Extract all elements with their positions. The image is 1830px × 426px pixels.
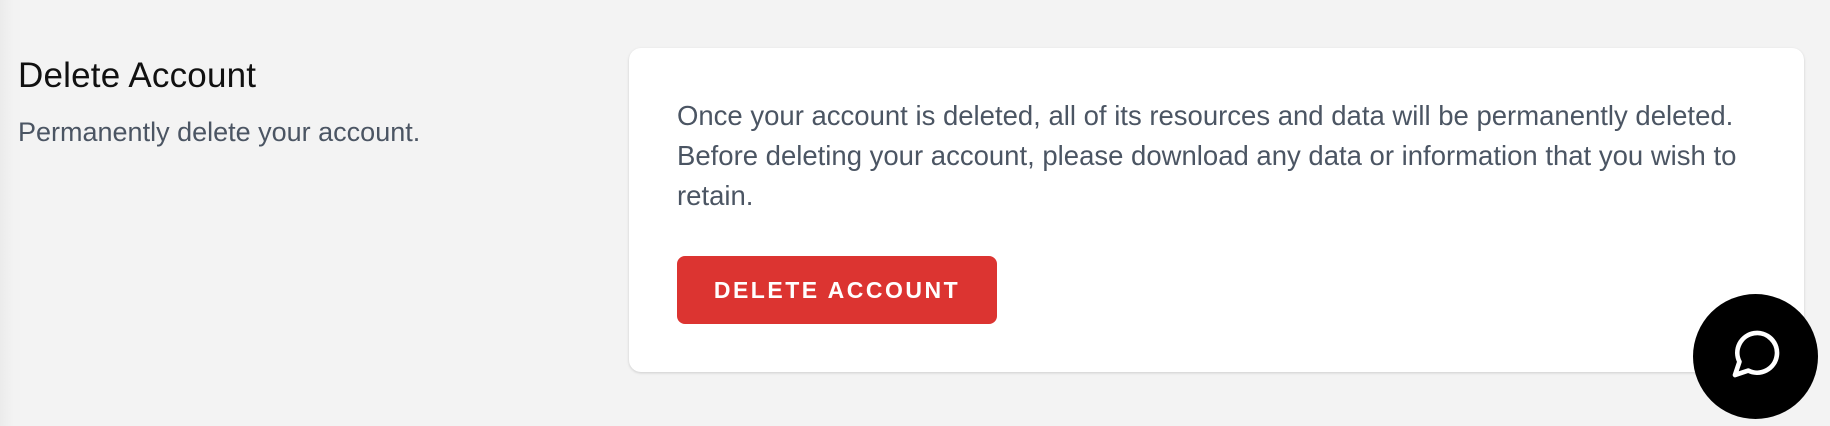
section-title: Delete Account	[18, 56, 257, 95]
delete-account-card: Once your account is deleted, all of its…	[629, 48, 1804, 372]
section-header: Delete Account Permanently delete your a…	[18, 52, 578, 150]
chat-bubble-icon	[1728, 326, 1784, 387]
chat-widget-button[interactable]	[1693, 294, 1818, 419]
delete-account-page: Delete Account Permanently delete your a…	[0, 0, 1830, 426]
delete-account-button[interactable]: DELETE ACCOUNT	[677, 256, 997, 324]
delete-warning-text: Once your account is deleted, all of its…	[677, 100, 1737, 211]
section-description: Permanently delete your account.	[18, 117, 421, 147]
